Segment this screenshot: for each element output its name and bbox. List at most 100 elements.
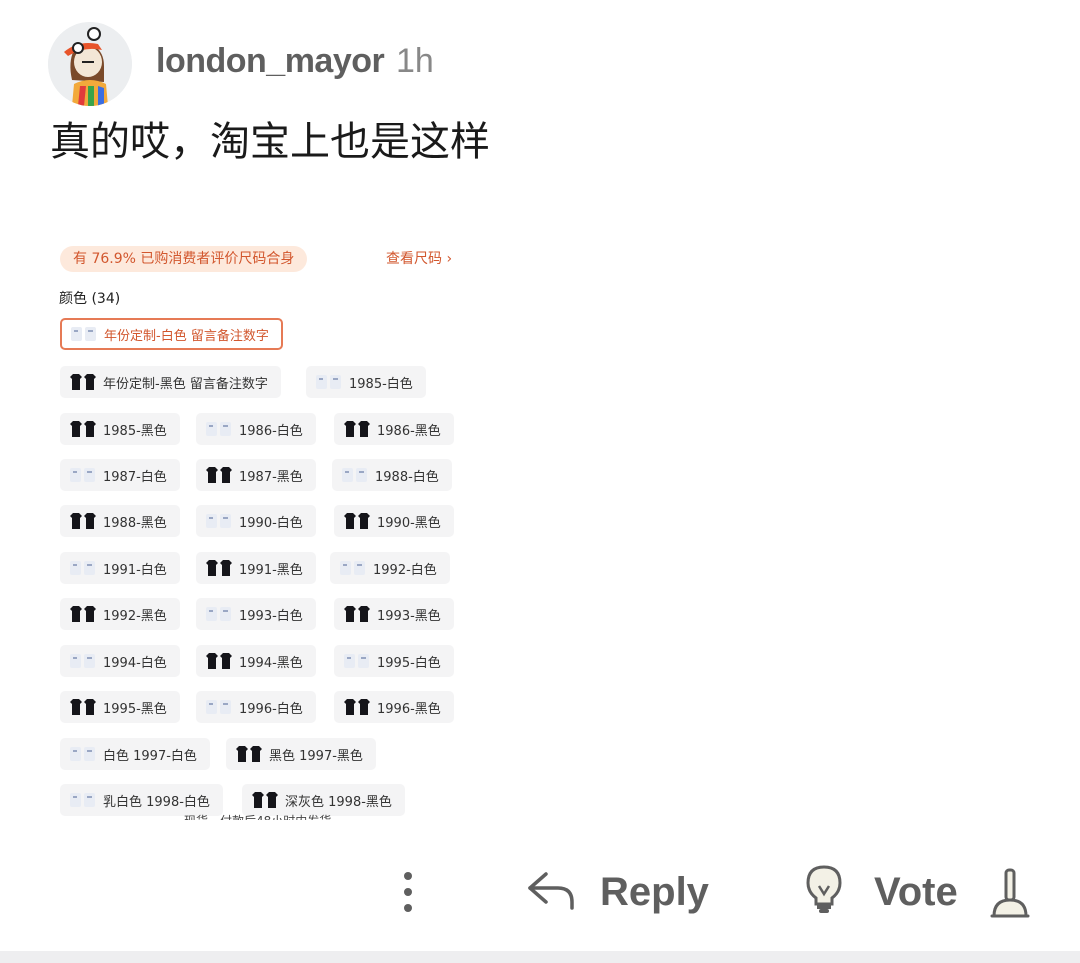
color-option-label: 黑色 1997-黑色 [269, 748, 363, 764]
color-option-label: 年份定制-黑色 留言备注数字 [103, 376, 268, 392]
white-tshirt-icon [69, 652, 97, 670]
reply-button[interactable]: Reply [526, 862, 709, 922]
color-option-label: 1986-白色 [239, 423, 303, 439]
white-tshirt-icon [341, 466, 369, 484]
color-option-chip: 1988-白色 [332, 459, 452, 491]
color-option-chip: 1994-黑色 [196, 645, 316, 677]
color-option-chip: 白色 1997-白色 [60, 738, 210, 770]
black-tshirt-icon [343, 605, 371, 623]
color-option-chip: 1990-黑色 [334, 505, 454, 537]
white-tshirt-icon [69, 791, 97, 809]
lightbulb-icon [804, 864, 844, 920]
vote-label: Vote [874, 869, 958, 914]
white-tshirt-icon [343, 652, 371, 670]
color-option-label: 1987-黑色 [239, 469, 303, 485]
black-tshirt-icon [69, 698, 97, 716]
avatar[interactable] [48, 22, 132, 106]
color-option-chip: 黑色 1997-黑色 [226, 738, 376, 770]
reply-arrow-icon [526, 868, 576, 916]
color-option-chip: 1987-白色 [60, 459, 180, 491]
shipping-note: 现货，付款后48小时内发货 [184, 812, 331, 820]
color-option-label: 白色 1997-白色 [103, 748, 197, 764]
white-tshirt-icon [315, 373, 343, 391]
color-option-chip: 1995-白色 [334, 645, 454, 677]
color-option-chip: 1985-黑色 [60, 413, 180, 445]
bottom-divider [0, 951, 1080, 963]
white-tshirt-icon [205, 698, 233, 716]
color-option-label: 1991-黑色 [239, 562, 303, 578]
black-tshirt-icon [343, 420, 371, 438]
size-chart-link: 查看尺码 › [386, 251, 453, 267]
black-tshirt-icon [235, 745, 263, 763]
black-tshirt-icon [69, 420, 97, 438]
black-tshirt-icon [205, 559, 233, 577]
comment-action-bar: Reply Vote [0, 850, 1080, 936]
color-option-label: 1985-黑色 [103, 423, 167, 439]
color-option-label: 1995-黑色 [103, 701, 167, 717]
black-tshirt-icon [69, 605, 97, 623]
color-option-chip: 1991-黑色 [196, 552, 316, 584]
color-option-chip: 1990-白色 [196, 505, 316, 537]
color-option-chip: 1996-白色 [196, 691, 316, 723]
color-option-label: 1990-白色 [239, 515, 303, 531]
black-tshirt-icon [343, 512, 371, 530]
color-option-label: 深灰色 1998-黑色 [285, 794, 392, 810]
timestamp: 1h [396, 42, 434, 80]
embedded-image[interactable]: 有 76.9% 已购消费者评价尺码合身 查看尺码 › 颜色 (34) 年份定制-… [48, 230, 488, 820]
color-option-chip: 1992-黑色 [60, 598, 180, 630]
color-option-label: 1990-黑色 [377, 515, 441, 531]
color-option-label: 1988-白色 [375, 469, 439, 485]
color-option-chip: 年份定制-白色 留言备注数字 [60, 318, 283, 350]
color-option-label: 1996-黑色 [377, 701, 441, 717]
color-option-label: 1986-黑色 [377, 423, 441, 439]
color-option-chip: 1996-黑色 [334, 691, 454, 723]
color-option-chip: 1994-白色 [60, 645, 180, 677]
color-option-label: 1992-白色 [373, 562, 437, 578]
color-option-chip: 1995-黑色 [60, 691, 180, 723]
color-option-chip: 1986-黑色 [334, 413, 454, 445]
color-option-label: 1993-黑色 [377, 608, 441, 624]
color-option-label: 1994-黑色 [239, 655, 303, 671]
black-tshirt-icon [205, 466, 233, 484]
color-option-label: 1987-白色 [103, 469, 167, 485]
fit-rate-badge: 有 76.9% 已购消费者评价尺码合身 [60, 246, 308, 272]
white-tshirt-icon [205, 512, 233, 530]
black-tshirt-icon [205, 652, 233, 670]
color-option-label: 1996-白色 [239, 701, 303, 717]
color-option-chip: 1987-黑色 [196, 459, 316, 491]
color-option-label: 1992-黑色 [103, 608, 167, 624]
color-option-chip: 年份定制-黑色 留言备注数字 [60, 366, 281, 398]
white-tshirt-icon [339, 559, 367, 577]
color-option-label: 年份定制-白色 留言备注数字 [104, 328, 269, 344]
white-tshirt-icon [69, 466, 97, 484]
white-tshirt-icon [205, 605, 233, 623]
color-option-label: 1988-黑色 [103, 515, 167, 531]
username[interactable]: london_mayor [156, 42, 385, 81]
color-option-chip: 1991-白色 [60, 552, 180, 584]
reply-label: Reply [600, 869, 709, 914]
white-tshirt-icon [69, 559, 97, 577]
upvote-button[interactable]: Vote [804, 862, 958, 922]
color-option-chip: 1986-白色 [196, 413, 316, 445]
black-tshirt-icon [69, 512, 97, 530]
color-option-label: 乳白色 1998-白色 [103, 794, 210, 810]
white-tshirt-icon [69, 745, 97, 763]
plunger-icon[interactable] [988, 868, 1032, 920]
color-option-chip: 1993-黑色 [334, 598, 454, 630]
color-option-label: 1993-白色 [239, 608, 303, 624]
color-option-chip: 1992-白色 [330, 552, 450, 584]
white-tshirt-icon [205, 420, 233, 438]
color-option-chip: 1988-黑色 [60, 505, 180, 537]
avatar-illustration [48, 22, 132, 106]
color-option-label: 1985-白色 [349, 376, 413, 392]
color-count-label: 颜色 (34) [59, 291, 121, 307]
comment-body: 真的哎，淘宝上也是这样 [50, 119, 490, 165]
color-option-label: 1995-白色 [377, 655, 441, 671]
black-tshirt-icon [69, 373, 97, 391]
black-tshirt-icon [251, 791, 279, 809]
color-option-label: 1991-白色 [103, 562, 167, 578]
color-option-label: 1994-白色 [103, 655, 167, 671]
more-vertical-icon[interactable] [392, 868, 424, 916]
white-tshirt-icon [70, 325, 98, 343]
black-tshirt-icon [343, 698, 371, 716]
